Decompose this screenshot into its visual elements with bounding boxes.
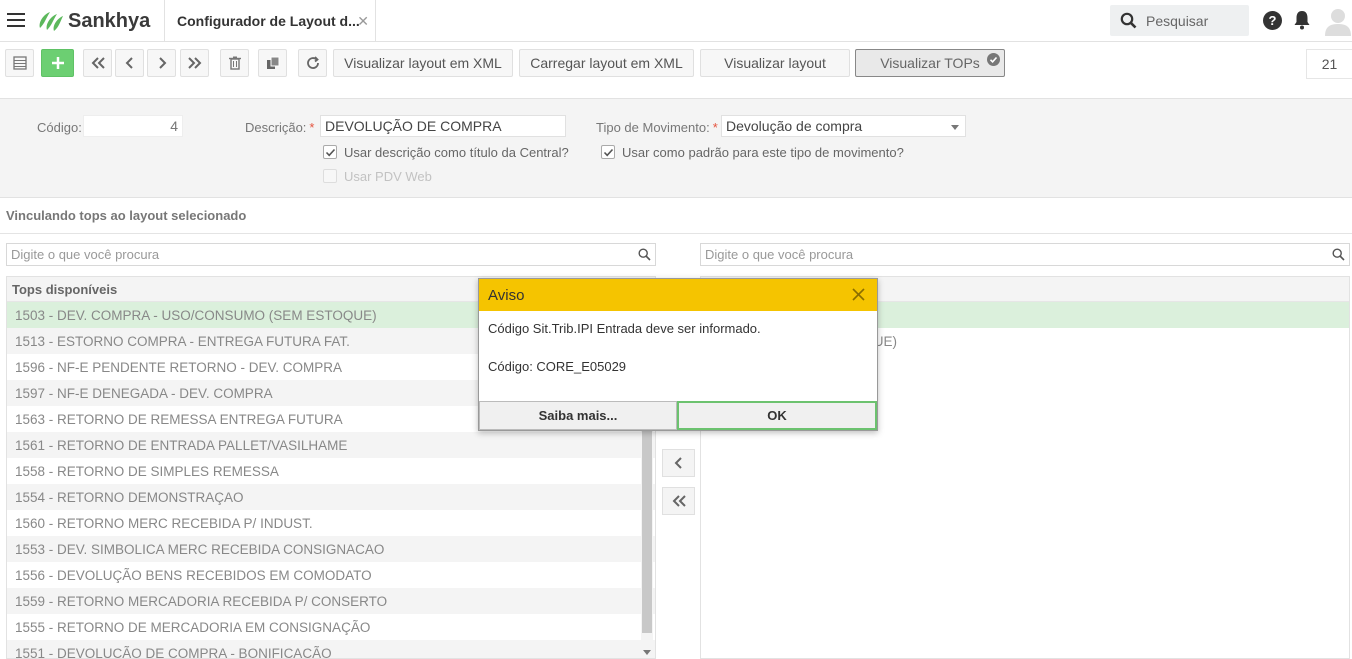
padrao-movimento-label: Usar como padrão para este tipo de movim…: [622, 145, 904, 160]
help-icon[interactable]: ?: [1263, 11, 1282, 30]
menu-icon[interactable]: [7, 13, 25, 27]
grid-view-button[interactable]: [5, 49, 34, 77]
check-icon: [325, 148, 336, 157]
pdv-web-label: Usar PDV Web: [344, 169, 432, 184]
remove-one-button[interactable]: [662, 449, 695, 477]
list-item[interactable]: 1553 - DEV. SIMBOLICA MERC RECEBIDA CONS…: [7, 536, 655, 562]
sankhya-logo-icon: [39, 12, 63, 31]
top-bar: Sankhya Configurador de Layout d... ✕ Pe…: [0, 0, 1352, 42]
available-filter-input[interactable]: Digite o que você procura: [6, 243, 656, 266]
svg-text:?: ?: [1269, 13, 1277, 28]
add-button[interactable]: [41, 49, 74, 77]
view-tops-label: Visualizar TOPs: [880, 55, 980, 71]
pdv-web-checkbox[interactable]: [323, 169, 337, 183]
list-item[interactable]: 1559 - RETORNO MERCADORIA RECEBIDA P/ CO…: [7, 588, 655, 614]
view-layout-button[interactable]: Visualizar layout: [700, 49, 850, 77]
descricao-field[interactable]: DEVOLUÇÃO DE COMPRA: [320, 115, 566, 137]
learn-more-button[interactable]: Saiba mais...: [479, 401, 677, 430]
scroll-down-icon[interactable]: [643, 650, 651, 655]
available-filter-placeholder: Digite o que você procura: [11, 247, 160, 262]
refresh-button[interactable]: [298, 49, 327, 77]
chevron-down-icon: [951, 125, 959, 130]
search-input[interactable]: Pesquisar: [1110, 5, 1249, 36]
double-chevron-right-icon: [187, 57, 201, 69]
view-tops-button[interactable]: Visualizar TOPs: [855, 49, 1005, 77]
layout-form: Código: 4 Descrição: * DEVOLUÇÃO DE COMPR…: [0, 98, 1352, 198]
list-item[interactable]: 1558 - RETORNO DE SIMPLES REMESSA: [7, 458, 655, 484]
search-icon: [638, 248, 651, 261]
list-icon: [12, 56, 27, 70]
padrao-movimento-checkbox[interactable]: [601, 145, 615, 159]
tipo-movimento-label: Tipo de Movimento: *: [596, 120, 718, 135]
double-chevron-left-icon: [91, 57, 105, 69]
dialog-title: Aviso: [488, 286, 525, 304]
close-icon[interactable]: [851, 287, 866, 302]
titulo-central-checkbox[interactable]: [323, 145, 337, 159]
load-layout-xml-button[interactable]: Carregar layout em XML: [519, 49, 694, 77]
dialog-message: Código Sit.Trib.IPI Entrada deve ser inf…: [488, 321, 761, 336]
section-title: Vinculando tops ao layout selecionado: [6, 208, 247, 223]
codigo-field[interactable]: 4: [83, 115, 183, 137]
toolbar: Visualizar layout em XML Carregar layout…: [0, 43, 1352, 86]
tipo-movimento-select[interactable]: Devolução de compra: [721, 115, 966, 137]
bell-icon[interactable]: [1293, 10, 1311, 30]
list-item[interactable]: 1561 - RETORNO DE ENTRADA PALLET/VASILHA…: [7, 432, 655, 458]
list-item[interactable]: 1556 - DEVOLUÇÃO BENS RECEBIDOS EM COMOD…: [7, 562, 655, 588]
list-item[interactable]: 1551 - DEVOLUÇÃO DE COMPRA - BONIFICAÇÃO: [7, 640, 655, 658]
warning-dialog: Aviso Código Sit.Trib.IPI Entrada deve s…: [478, 278, 878, 431]
dialog-code: Código: CORE_E05029: [488, 359, 627, 374]
check-icon: [603, 148, 614, 157]
list-item[interactable]: 1560 - RETORNO MERC RECEBIDA P/ INDUST.: [7, 510, 655, 536]
duplicate-button[interactable]: [258, 49, 287, 77]
tab-label: Configurador de Layout d...: [177, 13, 360, 29]
logo-text: Sankhya: [68, 9, 151, 32]
list-item[interactable]: 1554 - RETORNO DEMONSTRAÇAO: [7, 484, 655, 510]
chevron-left-icon: [674, 457, 682, 469]
double-chevron-left-icon: [672, 495, 686, 507]
section-divider: [0, 233, 1352, 234]
copy-icon: [266, 56, 279, 69]
chevron-right-icon: [158, 57, 166, 69]
avatar-icon[interactable]: [1325, 8, 1351, 36]
logo[interactable]: Sankhya: [36, 9, 150, 33]
search-placeholder: Pesquisar: [1146, 12, 1209, 29]
view-layout-xml-button[interactable]: Visualizar layout em XML: [333, 49, 513, 77]
list-item[interactable]: 1555 - RETORNO DE MERCADORIA EM CONSIGNA…: [7, 614, 655, 640]
descricao-label: Descrição: *: [245, 120, 315, 135]
ok-button[interactable]: OK: [677, 401, 877, 430]
remove-all-button[interactable]: [662, 487, 695, 515]
close-icon[interactable]: ✕: [357, 13, 369, 30]
next-record-button[interactable]: [147, 49, 176, 77]
plus-icon: [51, 57, 64, 69]
chevron-left-icon: [125, 57, 133, 69]
search-icon: [1332, 248, 1345, 261]
refresh-icon: [306, 56, 319, 69]
selected-filter-placeholder: Digite o que você procura: [705, 247, 854, 262]
trash-icon: [228, 56, 241, 70]
titulo-central-label: Usar descrição como título da Central?: [344, 145, 569, 160]
first-record-button[interactable]: [83, 49, 112, 77]
last-record-button[interactable]: [180, 49, 209, 77]
check-circle-icon: [987, 53, 1000, 66]
codigo-label: Código:: [37, 120, 82, 135]
selected-filter-input[interactable]: Digite o que você procura: [700, 243, 1350, 266]
delete-button[interactable]: [220, 49, 249, 77]
record-counter: 21: [1306, 49, 1352, 79]
dialog-header: Aviso: [479, 279, 877, 311]
tipo-movimento-value: Devolução de compra: [726, 118, 863, 134]
tab-configurador[interactable]: Configurador de Layout d... ✕: [164, 0, 376, 42]
search-icon: [1120, 12, 1137, 29]
previous-record-button[interactable]: [115, 49, 144, 77]
